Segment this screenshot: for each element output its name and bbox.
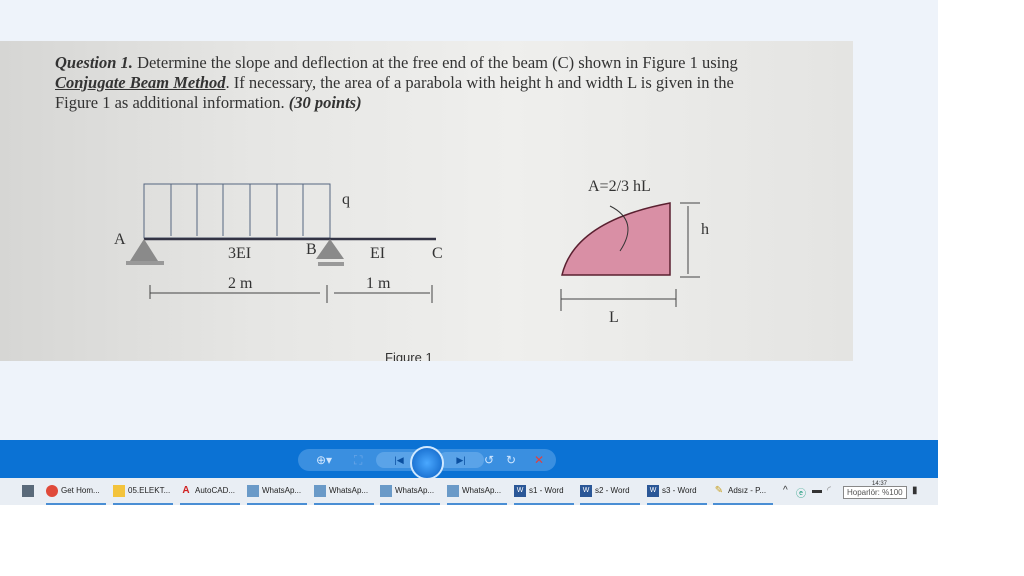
taskbar-item[interactable]: ✎ Adsız - P...: [713, 478, 773, 505]
image-icon: [314, 484, 326, 497]
taskbar-item[interactable]: 05.ELEKT...: [113, 478, 173, 505]
ei-ab-label: 3EI: [228, 245, 252, 262]
next-button[interactable]: ▶|: [438, 452, 484, 468]
delete-icon[interactable]: ✕: [534, 453, 544, 467]
taskbar-label: WhatsAp...: [329, 486, 369, 495]
calculator-icon[interactable]: [22, 485, 34, 497]
battery-icon[interactable]: ▬: [812, 485, 822, 496]
taskbar: Get Hom... 05.ELEKT... A AutoCAD... Whats…: [0, 478, 938, 505]
taskbar-label: s3 - Word: [662, 486, 697, 495]
slideshow-button[interactable]: [410, 446, 444, 480]
image-icon: [447, 484, 459, 497]
photo: Question 1. Determine the slope and defl…: [0, 41, 853, 361]
taskbar-label: WhatsAp...: [262, 486, 302, 495]
taskbar-label: WhatsAp...: [462, 486, 502, 495]
parabola-area: [561, 202, 671, 276]
autocad-icon: A: [182, 484, 190, 496]
taskbar-label: Adsız - P...: [728, 486, 767, 495]
zoom-icon[interactable]: ⊕▾: [316, 453, 332, 467]
rotate-cw-icon[interactable]: ↻: [506, 453, 516, 467]
taskbar-item[interactable]: Get Hom...: [46, 478, 106, 505]
chrome-icon: [46, 484, 58, 497]
ei-bc-label: EI: [370, 245, 386, 262]
taskbar-label: s2 - Word: [595, 486, 630, 495]
volume-tooltip: Hoparlör: %100: [843, 486, 907, 499]
viewer-controls: ⊕▾ ⛶ |◀ ▶| ↺ ↻ ✕: [0, 440, 938, 480]
width-label: L: [609, 309, 619, 326]
taskbar-item[interactable]: A AutoCAD...: [180, 478, 240, 505]
point-c-label: C: [432, 245, 443, 262]
height-label: h: [701, 221, 709, 238]
support-a: [130, 239, 158, 261]
point-b-label: B: [306, 241, 317, 258]
length-bc-label: 1 m: [366, 275, 391, 292]
photo-viewer: Question 1. Determine the slope and defl…: [0, 0, 938, 440]
actual-size-icon[interactable]: ⛶: [354, 453, 362, 468]
word-icon: W: [514, 484, 526, 497]
word-icon: W: [647, 484, 659, 497]
taskbar-label: s1 - Word: [529, 486, 564, 495]
security-icon[interactable]: ⓔ: [796, 485, 806, 500]
taskbar-item[interactable]: WhatsAp...: [247, 478, 307, 505]
control-pill: ⊕▾ ⛶ |◀ ▶| ↺ ↻ ✕: [298, 446, 556, 480]
load-arrows: [143, 184, 331, 236]
area-formula: A=2/3 hL: [588, 178, 651, 195]
taskbar-item[interactable]: Ws3 - Word: [647, 478, 707, 505]
folder-icon: [113, 484, 125, 497]
taskbar-label: Get Hom...: [61, 486, 100, 495]
paint-icon: ✎: [714, 484, 724, 496]
rotate-ccw-icon[interactable]: ↺: [484, 453, 494, 467]
length-ab-label: 2 m: [228, 275, 253, 292]
taskbar-label: 05.ELEKT...: [128, 486, 171, 495]
chevron-up-icon[interactable]: ^: [783, 485, 788, 496]
figure-caption: Figure 1: [385, 350, 433, 361]
word-icon: W: [580, 484, 592, 497]
taskbar-label: AutoCAD...: [195, 486, 236, 495]
taskbar-item[interactable]: WhatsAp...: [447, 478, 507, 505]
image-icon: [247, 484, 259, 497]
support-b: [316, 239, 344, 259]
taskbar-item[interactable]: WhatsAp...: [314, 478, 374, 505]
wifi-icon[interactable]: ◜: [827, 485, 831, 496]
image-icon: [380, 484, 392, 497]
beam-figure: [126, 183, 700, 311]
taskbar-item[interactable]: Ws1 - Word: [514, 478, 574, 505]
taskbar-item[interactable]: Ws2 - Word: [580, 478, 640, 505]
load-label: q: [342, 191, 350, 208]
taskbar-item[interactable]: WhatsAp...: [380, 478, 440, 505]
notification-icon[interactable]: ▮: [912, 485, 918, 496]
point-a-label: A: [114, 231, 126, 248]
taskbar-label: WhatsAp...: [395, 486, 435, 495]
